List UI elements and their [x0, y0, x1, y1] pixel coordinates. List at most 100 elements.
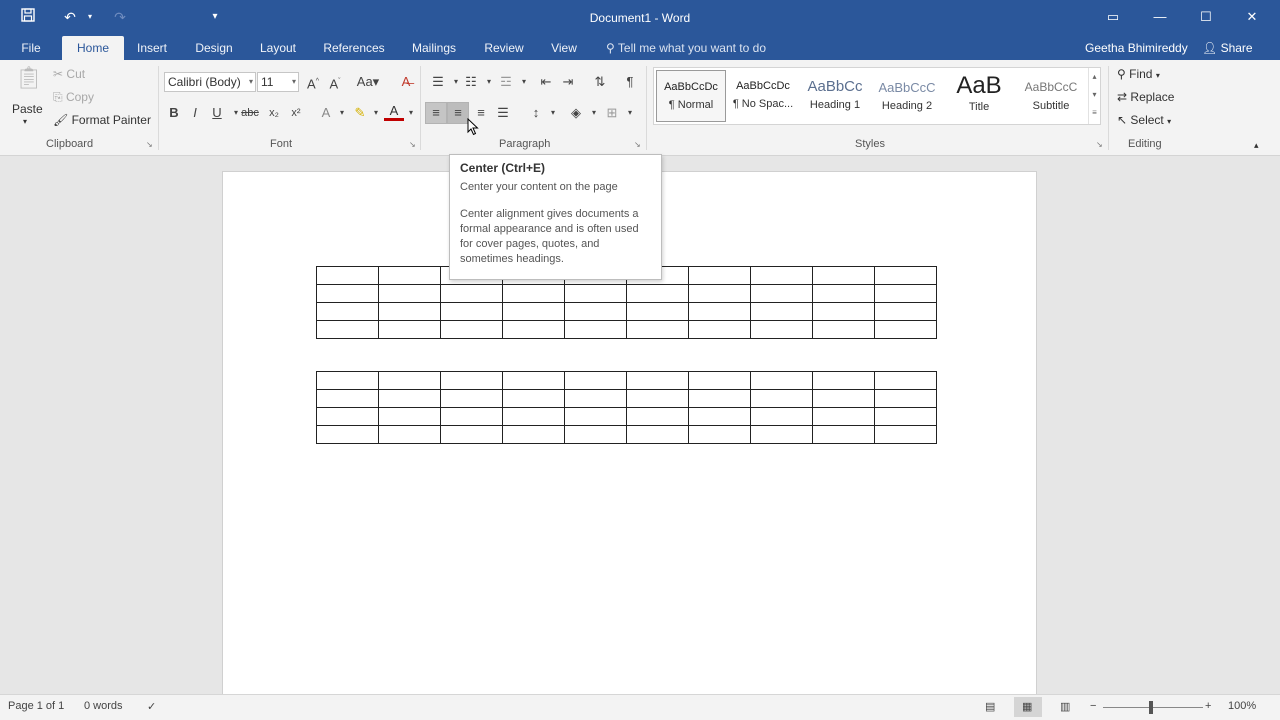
table-cell[interactable] — [874, 320, 937, 339]
tab-references[interactable]: References — [320, 36, 388, 60]
table-cell[interactable] — [750, 302, 813, 321]
table-cell[interactable] — [440, 371, 503, 390]
table-cell[interactable] — [378, 407, 441, 426]
font-size-combo[interactable]: 11 ▾ — [257, 72, 299, 92]
more-icon[interactable]: ≡ — [1089, 104, 1100, 122]
table-cell[interactable] — [564, 302, 627, 321]
table-cell[interactable] — [440, 320, 503, 339]
decrease-indent-icon[interactable]: ⇤ — [536, 72, 556, 92]
superscript-icon[interactable]: x² — [286, 103, 306, 123]
table-cell[interactable] — [316, 320, 379, 339]
table-cell[interactable] — [812, 284, 875, 303]
collapse-ribbon-icon[interactable]: ▴ — [1254, 136, 1259, 154]
style-normal[interactable]: AaBbCcDc ¶ Normal — [656, 70, 726, 122]
replace-button[interactable]: ⇄ Replace — [1117, 88, 1174, 106]
table-cell[interactable] — [626, 302, 689, 321]
gallery-scroll[interactable]: ▴ ▾ ≡ — [1088, 68, 1100, 124]
clipboard-launcher-icon[interactable]: ↘ — [146, 140, 153, 149]
subscript-icon[interactable]: x₂ — [264, 103, 284, 123]
copy-button[interactable]: ⎘ Copy — [53, 88, 94, 106]
table-cell[interactable] — [502, 284, 565, 303]
zoom-slider[interactable] — [1103, 707, 1203, 708]
find-button[interactable]: ⚲ Find ▾ — [1117, 65, 1160, 85]
table-cell[interactable] — [502, 389, 565, 408]
table-cell[interactable] — [750, 284, 813, 303]
chevron-down-icon[interactable]: ▾ — [1089, 86, 1100, 104]
tab-design[interactable]: Design — [190, 36, 238, 60]
zoom-level[interactable]: 100% — [1228, 700, 1256, 712]
highlight-dropdown-icon[interactable]: ▾ — [366, 103, 386, 123]
table-cell[interactable] — [316, 389, 379, 408]
style-no-spacing[interactable]: AaBbCcDc ¶ No Spac... — [728, 70, 798, 122]
tab-mailings[interactable]: Mailings — [406, 36, 462, 60]
zoom-in-icon[interactable]: + — [1205, 700, 1211, 712]
table-cell[interactable] — [502, 320, 565, 339]
table-cell[interactable] — [316, 407, 379, 426]
borders-dropdown-icon[interactable]: ▾ — [620, 103, 640, 123]
table-cell[interactable] — [626, 407, 689, 426]
read-mode-icon[interactable]: ▤ — [985, 700, 995, 713]
table-cell[interactable] — [626, 320, 689, 339]
table-row[interactable] — [316, 371, 937, 390]
italic-icon[interactable]: I — [185, 103, 205, 123]
table-cell[interactable] — [502, 425, 565, 444]
underline-icon[interactable]: U — [207, 103, 227, 123]
table-cell[interactable] — [378, 266, 441, 285]
table-cell[interactable] — [626, 284, 689, 303]
grow-font-icon[interactable]: A^ — [303, 72, 323, 92]
word-count[interactable]: 0 words — [84, 700, 123, 712]
table-cell[interactable] — [874, 389, 937, 408]
table-cell[interactable] — [688, 407, 751, 426]
table-cell[interactable] — [626, 371, 689, 390]
table-cell[interactable] — [688, 284, 751, 303]
table-cell[interactable] — [874, 302, 937, 321]
shrink-font-icon[interactable]: Aˇ — [325, 72, 345, 92]
shading-icon[interactable]: ◈ — [566, 103, 586, 123]
chevron-up-icon[interactable]: ▴ — [1089, 68, 1100, 86]
table-cell[interactable] — [440, 425, 503, 444]
table-cell[interactable] — [812, 302, 875, 321]
web-layout-icon[interactable]: ▥ — [1060, 700, 1070, 713]
zoom-out-icon[interactable]: − — [1090, 700, 1096, 712]
table-cell[interactable] — [874, 407, 937, 426]
borders-icon[interactable]: ⊞ — [602, 103, 622, 123]
table-cell[interactable] — [750, 371, 813, 390]
multilevel-list-icon[interactable]: ☲ — [496, 72, 516, 92]
table-cell[interactable] — [688, 302, 751, 321]
table-cell[interactable] — [564, 425, 627, 444]
table-cell[interactable] — [812, 266, 875, 285]
table-cell[interactable] — [688, 425, 751, 444]
tab-insert[interactable]: Insert — [132, 36, 172, 60]
table-cell[interactable] — [874, 266, 937, 285]
tab-layout[interactable]: Layout — [255, 36, 301, 60]
table-cell[interactable] — [750, 266, 813, 285]
increase-indent-icon[interactable]: ⇥ — [558, 72, 578, 92]
table-cell[interactable] — [750, 425, 813, 444]
user-name[interactable]: Geetha Bhimireddy — [1085, 36, 1188, 60]
text-effects-dropdown-icon[interactable]: ▾ — [332, 103, 352, 123]
table-cell[interactable] — [316, 284, 379, 303]
sort-icon[interactable]: ⇅ — [590, 72, 610, 92]
clipboard-icon[interactable]: 📋︎ — [14, 67, 44, 98]
table-row[interactable] — [316, 389, 937, 408]
table-cell[interactable] — [502, 371, 565, 390]
table-cell[interactable] — [378, 284, 441, 303]
style-heading-2[interactable]: AaBbCcC Heading 2 — [872, 70, 942, 122]
justify-icon[interactable]: ☰ — [493, 103, 513, 123]
table-cell[interactable] — [812, 320, 875, 339]
close-button[interactable]: ✕ — [1237, 6, 1267, 28]
zoom-slider-thumb[interactable] — [1149, 701, 1153, 714]
paste-button[interactable]: Paste — [12, 100, 43, 118]
table-cell[interactable] — [316, 266, 379, 285]
table-cell[interactable] — [440, 389, 503, 408]
table-cell[interactable] — [564, 371, 627, 390]
table-cell[interactable] — [812, 389, 875, 408]
table-row[interactable] — [316, 425, 937, 444]
align-left-icon[interactable]: ≡ — [426, 103, 446, 123]
table-cell[interactable] — [688, 389, 751, 408]
clear-formatting-icon[interactable]: A̶ — [396, 72, 416, 92]
paste-dropdown-icon[interactable]: ▾ — [23, 113, 27, 131]
table-cell[interactable] — [378, 389, 441, 408]
ribbon-display-options-icon[interactable]: ▭ — [1098, 6, 1128, 28]
line-spacing-dropdown-icon[interactable]: ▾ — [543, 103, 563, 123]
